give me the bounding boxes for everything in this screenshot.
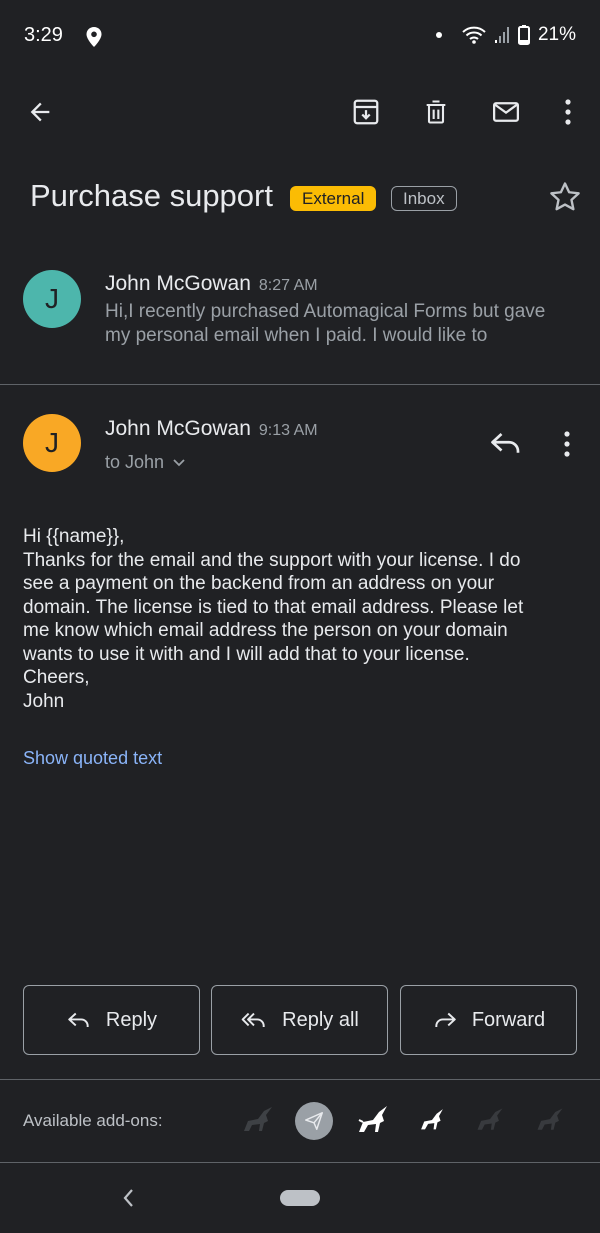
message-body: Hi {{name}}, Thanks for the email and th… <box>23 525 583 713</box>
divider <box>0 384 600 385</box>
chevron-down-icon <box>173 458 185 466</box>
unicorn-faded-icon[interactable] <box>530 1100 570 1140</box>
unicorn-faded-icon[interactable] <box>238 1100 278 1140</box>
star-icon[interactable] <box>546 178 584 221</box>
message-time: 8:27 AM <box>258 277 318 294</box>
more-vert-icon[interactable] <box>544 88 592 136</box>
avatar: J <box>23 270 81 328</box>
battery-icon <box>517 25 530 45</box>
recipient-details-toggle[interactable]: to John <box>105 452 186 473</box>
body-line: Cheers, <box>23 667 90 688</box>
reply-icon[interactable] <box>488 425 524 466</box>
message-header: John McGowan 8:27 AM <box>105 272 318 296</box>
addons-label: Available add-ons: <box>23 1111 163 1130</box>
battery-percent: 21% <box>537 24 576 45</box>
reply-all-icon <box>241 1012 265 1027</box>
inbox-label-chip[interactable]: Inbox <box>391 186 457 211</box>
status-bar: 3:29 21% <box>0 0 600 72</box>
message-header: John McGowan 9:13 AM <box>105 417 318 441</box>
signal-icon <box>494 27 509 43</box>
nav-home-pill[interactable] <box>280 1190 320 1206</box>
nav-back-icon[interactable] <box>118 1184 140 1217</box>
email-subject: Purchase support <box>30 178 273 213</box>
body-line: domain. The license is tied to that emai… <box>23 596 524 618</box>
message-more-icon[interactable] <box>563 431 571 462</box>
body-line: Hi {{name}}, <box>23 526 125 547</box>
message-snippet: Hi,I recently purchased Automagical Form… <box>105 301 546 346</box>
reply-all-label: Reply all <box>282 1008 359 1031</box>
to-line: to John <box>105 452 165 472</box>
unicorn-faded-icon[interactable] <box>470 1100 510 1140</box>
unicorn-small-icon[interactable] <box>412 1100 452 1140</box>
archive-icon[interactable] <box>342 88 390 136</box>
reply-all-button[interactable]: Reply all <box>211 985 388 1055</box>
unicorn-icon[interactable] <box>353 1100 393 1140</box>
mark-unread-icon[interactable] <box>482 88 530 136</box>
body-line: see a payment on the backend from an add… <box>23 573 495 594</box>
body-line: Thanks for the email and the support wit… <box>23 549 521 571</box>
divider <box>0 1162 600 1163</box>
location-icon <box>86 27 102 47</box>
avatar-letter: J <box>45 427 59 458</box>
paper-plane-icon[interactable] <box>295 1102 333 1140</box>
sender-name: John McGowan <box>105 272 251 295</box>
avatar[interactable]: J <box>23 414 81 472</box>
delete-icon[interactable] <box>412 88 460 136</box>
wifi-icon <box>462 26 486 44</box>
dot-icon <box>435 32 442 38</box>
reply-label: Reply <box>105 1008 158 1031</box>
divider <box>0 1079 600 1080</box>
avatar-letter: J <box>45 283 59 314</box>
external-badge: External <box>290 186 377 211</box>
body-line: wants to use it with and I will add that… <box>23 643 470 665</box>
forward-label: Forward <box>471 1008 546 1031</box>
forward-icon <box>435 1012 456 1028</box>
forward-button[interactable]: Forward <box>400 985 577 1055</box>
sender-name: John McGowan <box>105 417 251 440</box>
back-arrow-icon[interactable] <box>16 88 64 136</box>
reply-icon <box>68 1012 89 1028</box>
show-quoted-text-link[interactable]: Show quoted text <box>23 748 162 769</box>
body-line: John <box>23 690 65 712</box>
reply-button[interactable]: Reply <box>23 985 200 1055</box>
status-indicators: 21% <box>435 24 576 46</box>
message-time: 9:13 AM <box>258 422 318 439</box>
body-line: me know which email address the person o… <box>23 620 508 641</box>
status-time: 3:29 <box>24 24 63 46</box>
